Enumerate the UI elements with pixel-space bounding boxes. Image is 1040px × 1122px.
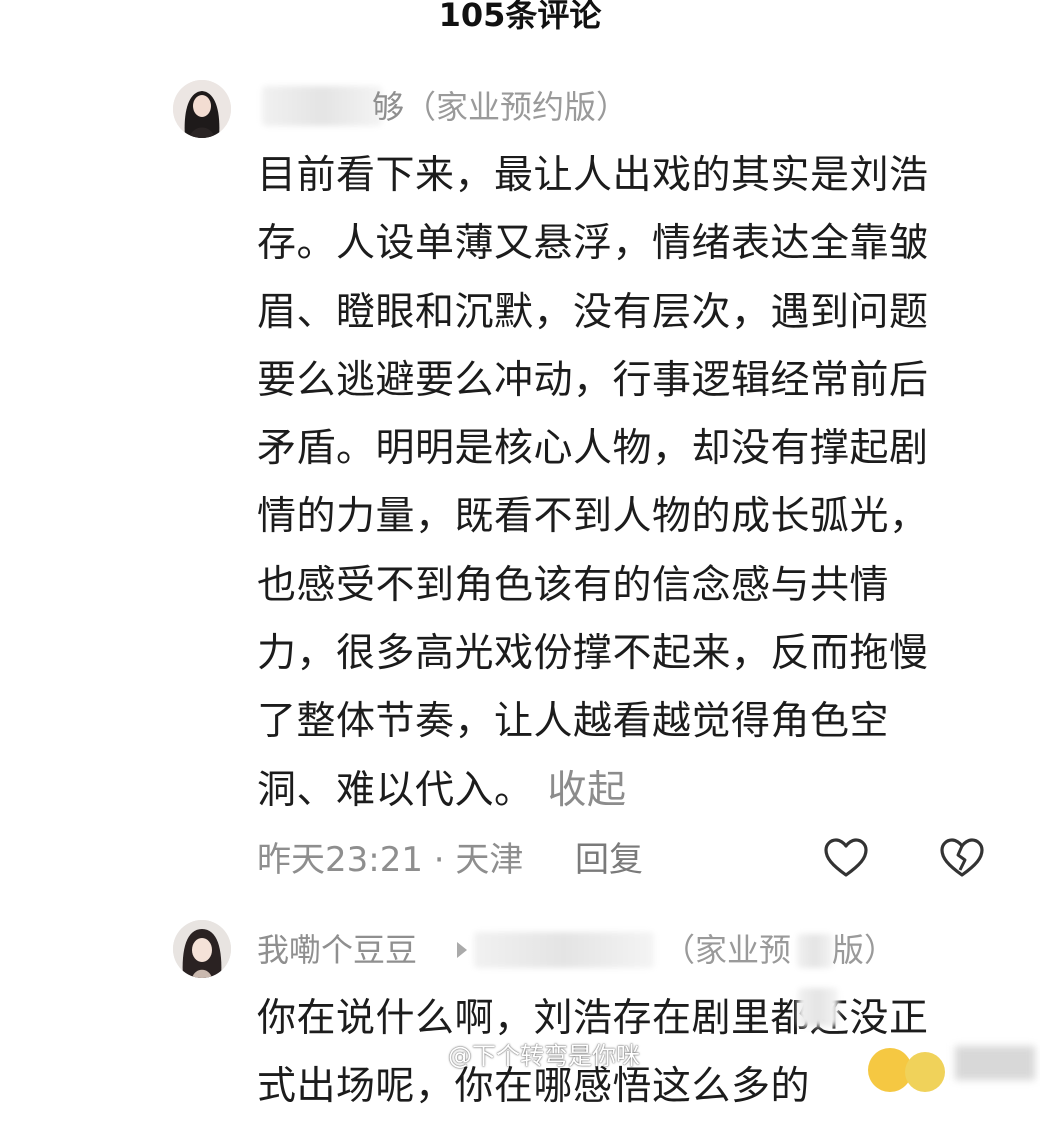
blurred-patch: [955, 1046, 1035, 1080]
comment-line: 了整体节奏，让人越看越觉得角色空: [257, 699, 890, 745]
username-arrow-icon: [455, 940, 469, 960]
comment-line: 要么逃避要么冲动，行事逻辑经常前后: [257, 357, 929, 403]
user-avatar-icon: [173, 920, 231, 978]
blurred-username: [262, 86, 382, 126]
blurred-tag: [797, 934, 833, 968]
comment-line: 存。人设单薄又悬浮，情绪表达全靠皱: [257, 221, 929, 267]
user-tag: （家业预约版）: [404, 88, 629, 126]
comment-meta: 昨天23:21 · 天津: [257, 840, 524, 880]
username[interactable]: 够（家业预约版）: [372, 87, 628, 127]
broken-heart-icon[interactable]: [938, 834, 986, 882]
username-text: 够: [372, 88, 405, 126]
comment-line: 力，很多高光戏份撑不起来，反而拖慢: [257, 631, 929, 677]
avatar[interactable]: [173, 80, 231, 138]
emoji-icon: [905, 1052, 945, 1092]
user-avatar-icon: [173, 80, 231, 138]
comment-line: 眉、瞪眼和沉默，没有层次，遇到问题: [257, 289, 929, 335]
username[interactable]: 我嘞个豆豆: [257, 930, 417, 970]
heart-outline-icon[interactable]: [822, 834, 870, 882]
comment-line: 你在说什么啊，刘浩存在剧里都还没正: [257, 996, 929, 1041]
comment-line: 也感受不到角色该有的信念感与共情: [257, 562, 890, 608]
comment-line: 情的力量，既看不到人物的成长弧光，: [257, 494, 929, 540]
comment-line-text: 洞、难以代入。: [257, 767, 534, 813]
comment-line: 目前看下来，最让人出戏的其实是刘浩: [257, 153, 929, 198]
comment-line: 矛盾。明明是核心人物，却没有撑起剧: [257, 426, 929, 472]
comment-text: 目前看下来，最让人出戏的其实是刘浩 存。人设单薄又悬浮，情绪表达全靠皱 眉、瞪眼…: [257, 142, 997, 825]
weibo-logo-icon: [412, 1034, 446, 1064]
reply-button[interactable]: 回复: [575, 838, 643, 882]
comments-count-title: 105条评论: [438, 0, 602, 34]
user-tag: （家业预: [663, 930, 791, 970]
blurred-patch: [798, 988, 838, 1026]
blurred-username: [474, 932, 654, 968]
username-text: 我嘞个豆豆: [257, 931, 418, 969]
user-tag-start: （家业预: [663, 931, 792, 969]
user-tag-end-wrap: 版）: [832, 930, 896, 970]
watermark: @下个转弯是你咪: [448, 1042, 640, 1070]
comment-line-last: 洞、难以代入。 收起: [257, 757, 997, 825]
user-tag-end: 版）: [832, 931, 897, 969]
collapse-button[interactable]: 收起: [548, 768, 627, 813]
avatar[interactable]: [173, 920, 231, 978]
